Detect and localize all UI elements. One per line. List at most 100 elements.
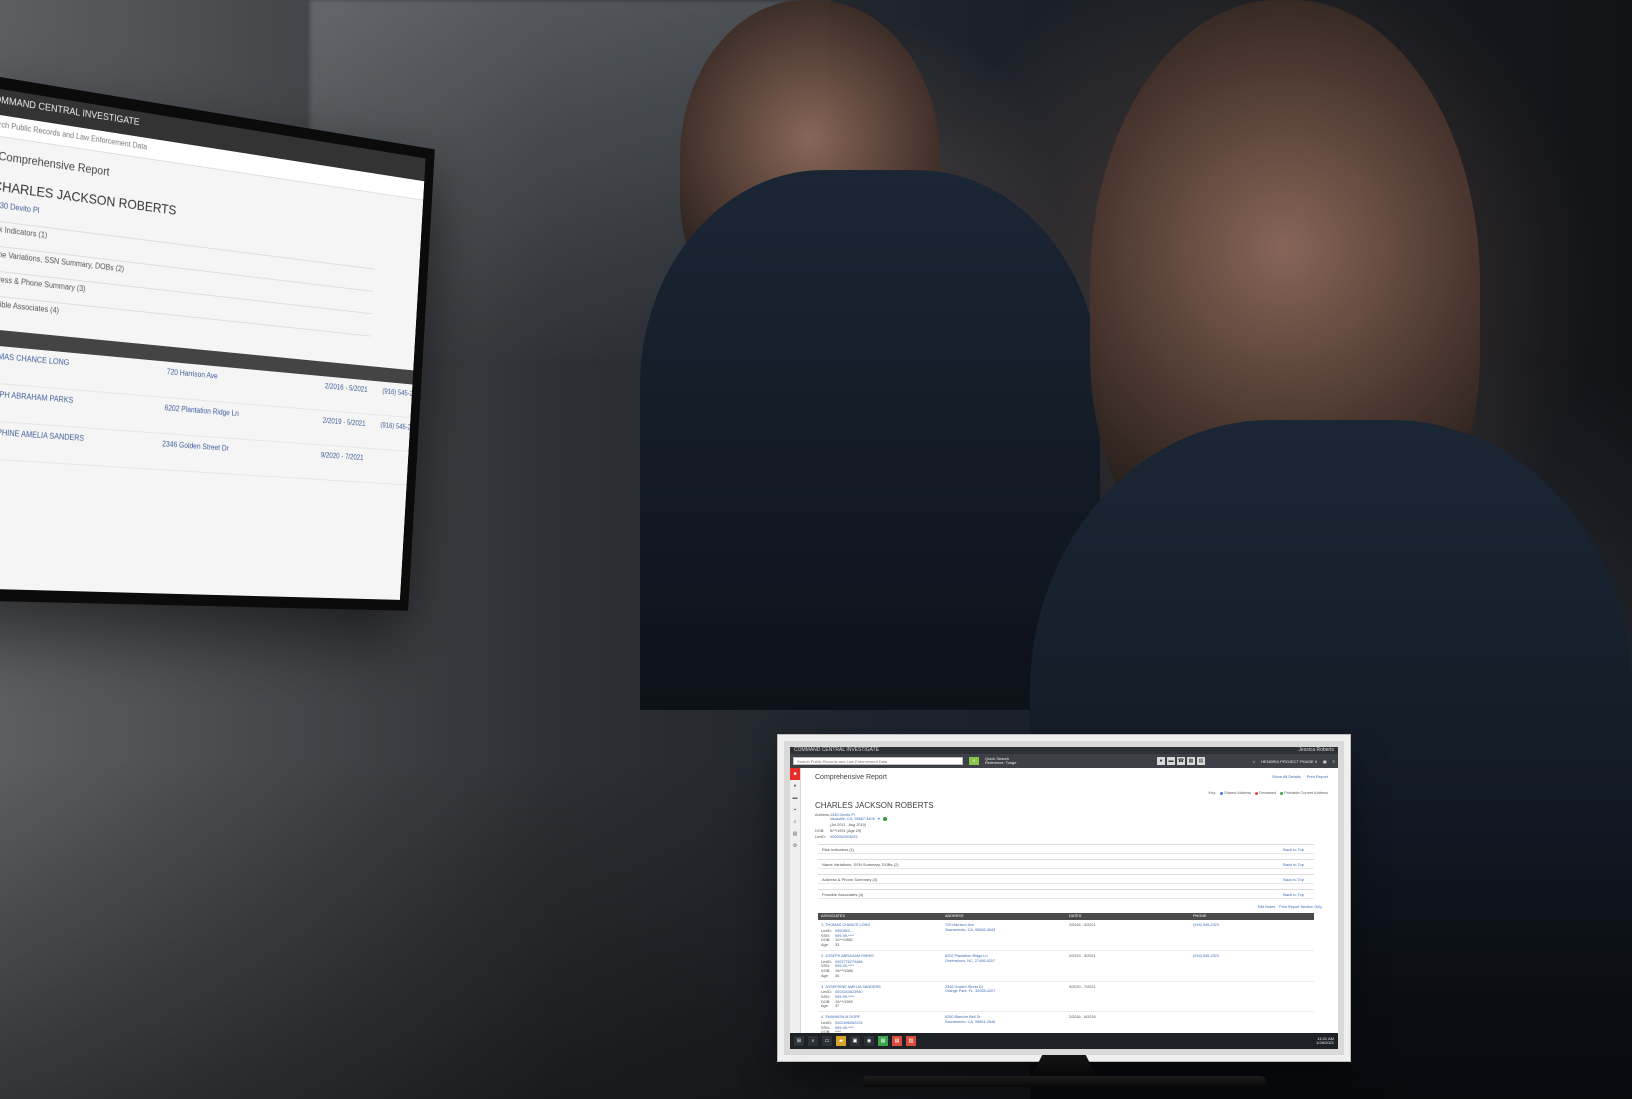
search-icon[interactable]: ⌕ [808, 1036, 818, 1046]
age-value: 34 [835, 973, 840, 978]
start-icon[interactable]: ⊞ [794, 1036, 804, 1046]
section-name-variations[interactable]: Name Variations, SSN Summary, DOBs (2) B… [818, 859, 1314, 870]
dates-cell: 9/2020 - 7/2021 [1066, 981, 1190, 1013]
mini-label: Age: [821, 1004, 829, 1009]
address-label: Address: [815, 812, 830, 817]
back-to-top-link[interactable]: Back to Top [1283, 847, 1304, 852]
left-monitor-assoc-address: 2346 Golden Street Dr [161, 439, 229, 453]
associates-actions: Edit Notes Print Report Section Only [810, 905, 1322, 910]
deceased-text: Deceased [1259, 791, 1277, 795]
left-monitor-assoc-phone [377, 454, 430, 480]
print-section-link[interactable]: Print Report Section Only [1279, 905, 1322, 910]
print-report-link[interactable]: Print Report [1307, 774, 1328, 779]
left-monitor-assoc-name: 3. JOSEPHINE AMELIA SANDERS [0, 425, 85, 443]
age-row: Age: 33 [821, 943, 939, 948]
deceased-dot-icon [1255, 791, 1259, 795]
associate-name[interactable]: 3. JOSEPHINE AMELIA SANDERS [821, 985, 939, 990]
address-cell: 6202 Plantation Ridge Ln Greensboro, NC,… [942, 950, 1066, 982]
doc-nav-icon[interactable]: ▤ [790, 828, 800, 840]
task-view-icon[interactable]: ▭ [822, 1036, 832, 1046]
section-label: Name Variations, SSN Summary, DOBs (2) [822, 861, 899, 867]
associates-header-row: ASSOCIATES ADDRESS DATES PHONE [818, 913, 1314, 921]
section-address-phone[interactable]: Address & Phone Summary (3) Back to Top [818, 874, 1314, 885]
user-label[interactable]: Jessica Roberts [1298, 747, 1334, 753]
left-monitor-assoc-address: 720 Harrison Ave [166, 366, 218, 380]
phone-cell[interactable]: (916) 545-2323 [1190, 950, 1314, 982]
address-line-2[interactable]: Orange Park, FL, 32065-4207 [945, 989, 1063, 994]
reference-label: Reference: Tooge [985, 760, 1017, 765]
building-icon[interactable]: ▦ [1187, 757, 1195, 765]
person-nav-icon[interactable]: ● [790, 780, 800, 792]
left-monitor: COMMAND CENTRAL INVESTIGATE Search Publi… [0, 72, 435, 611]
address-line-2[interactable]: Sacramento, CA, 95608-3643 [945, 928, 1063, 933]
menu-icon[interactable]: ≡ [1333, 759, 1335, 764]
taskbar-clock: 11:01 AM 1/26/2021 [1316, 1036, 1334, 1046]
phone-icon[interactable]: ☎ [1177, 757, 1185, 765]
shared-address-dot-icon [1220, 791, 1224, 795]
browser-icon[interactable]: ◉ [864, 1036, 874, 1046]
date-range-row: (Jul 2011 - Aug 2019) [815, 823, 935, 828]
search-input[interactable] [793, 757, 963, 765]
address-line-2[interactable]: Sacramento, CA, 95824-2646 [945, 1020, 1063, 1025]
store-icon[interactable]: ▣ [850, 1036, 860, 1046]
associate-name[interactable]: 2. JOSEPH ABRAHAM PARKS [821, 954, 939, 959]
page-title: Comprehensive Report [815, 774, 887, 781]
date-range-spacer [815, 823, 830, 828]
associate-name[interactable]: 4. SHANNON M DORF [821, 1015, 939, 1020]
car-nav-icon[interactable]: ▬ [790, 792, 800, 804]
table-row[interactable]: 1. THOMAS CHANCE LONG LexID: 0000842... S… [818, 920, 1314, 951]
section-risk-indicators[interactable]: Risk Indicators (1) Back to Top [818, 844, 1314, 855]
back-to-top-link[interactable]: Back to Top [1283, 877, 1304, 882]
dates-header: DATES [1066, 913, 1190, 921]
address-line-2[interactable]: Vacaville, CA, 95687-3405 [830, 817, 875, 821]
section-label: Address & Phone Summary (3) [822, 876, 878, 882]
report-body: ■ ● ▬ ⌖ ⌕ ▤ ⚙ Comprehensive Report Show … [790, 768, 1338, 1043]
lexid-value[interactable]: 0000930003029 [830, 835, 935, 840]
settings-nav-icon[interactable]: ⚙ [790, 840, 800, 852]
search-nav-icon[interactable]: ⌕ [790, 816, 800, 828]
document-icon[interactable]: ▤ [1197, 757, 1205, 765]
report-nav-icon[interactable]: ■ [790, 768, 800, 780]
edit-notes-link[interactable]: Edit Notes [1258, 905, 1276, 910]
monitor-stand-base [862, 1076, 1266, 1087]
quick-search[interactable]: Quick Search Reference: Tooge [985, 756, 1033, 766]
search-button[interactable]: ⌕ [969, 757, 979, 765]
phone-cell[interactable] [1190, 981, 1314, 1013]
address-line-2[interactable]: Greensboro, NC, 27406-6207 [945, 959, 1063, 964]
table-row[interactable]: 3. JOSEPHINE AMELIA SANDERS LexID: 000324… [818, 981, 1314, 1013]
car-icon[interactable]: ▬ [1167, 757, 1175, 765]
person-icon[interactable]: ● [1157, 757, 1165, 765]
agency-label[interactable]: HENDRIX PROJECT PHASE II [1261, 759, 1317, 764]
back-to-top-link[interactable]: Back to Top [1283, 862, 1304, 867]
associate-name[interactable]: 1. THOMAS CHANCE LONG [821, 923, 939, 928]
print-icon[interactable]: ▣ [1323, 759, 1327, 764]
map-nav-icon[interactable]: ⌖ [790, 804, 800, 816]
address-line-1[interactable]: 1330 Devito Pl [830, 813, 855, 817]
search-icon: ⌕ [972, 758, 976, 764]
age-value: 33 [835, 943, 840, 948]
chart-icon[interactable]: ▤ [878, 1036, 888, 1046]
office-icon[interactable]: ▥ [906, 1036, 916, 1046]
table-row[interactable]: 2. JOSEPH ABRAHAM PARKS LexID: 0002776279… [818, 950, 1314, 982]
toolbar-icons: ● ▬ ☎ ▦ ▤ [1157, 757, 1205, 765]
map-pin-icon[interactable]: ⌖ [878, 817, 880, 821]
home-icon[interactable]: ⌂ [1253, 759, 1255, 764]
probable-address-key: Probable Current Address [1280, 791, 1328, 796]
show-all-details-link[interactable]: Show All Details [1272, 774, 1301, 779]
person-name: CHARLES JACKSON ROBERTS [815, 800, 934, 810]
dob-label: DOB: [815, 828, 825, 833]
address-cell: 720 Harrison Ave Sacramento, CA, 95608-3… [942, 920, 1066, 951]
back-to-top-link[interactable]: Back to Top [1283, 892, 1304, 897]
mini-label: Age: [821, 973, 829, 978]
associate-cell: 3. JOSEPHINE AMELIA SANDERS LexID: 000324… [818, 981, 942, 1013]
section-label: Risk Indicators (1) [822, 846, 855, 852]
main-content: Comprehensive Report Show All Details Pr… [810, 768, 1338, 1043]
lexid-label: LexID: [815, 834, 826, 839]
section-possible-associates[interactable]: Possible Associates (4) Back to Top [818, 889, 1314, 900]
left-monitor-assoc-dates: 2/2019 - 5/2021 [322, 415, 366, 428]
folder-icon[interactable]: ▰ [836, 1036, 846, 1046]
phone-cell[interactable]: (916) 545-2323 [1190, 920, 1314, 951]
app-top-bar: COMMAND CENTRAL INVESTIGATE Jessica Robe… [790, 747, 1338, 754]
phone-header: PHONE [1190, 913, 1314, 921]
pdf-icon[interactable]: ▤ [892, 1036, 902, 1046]
